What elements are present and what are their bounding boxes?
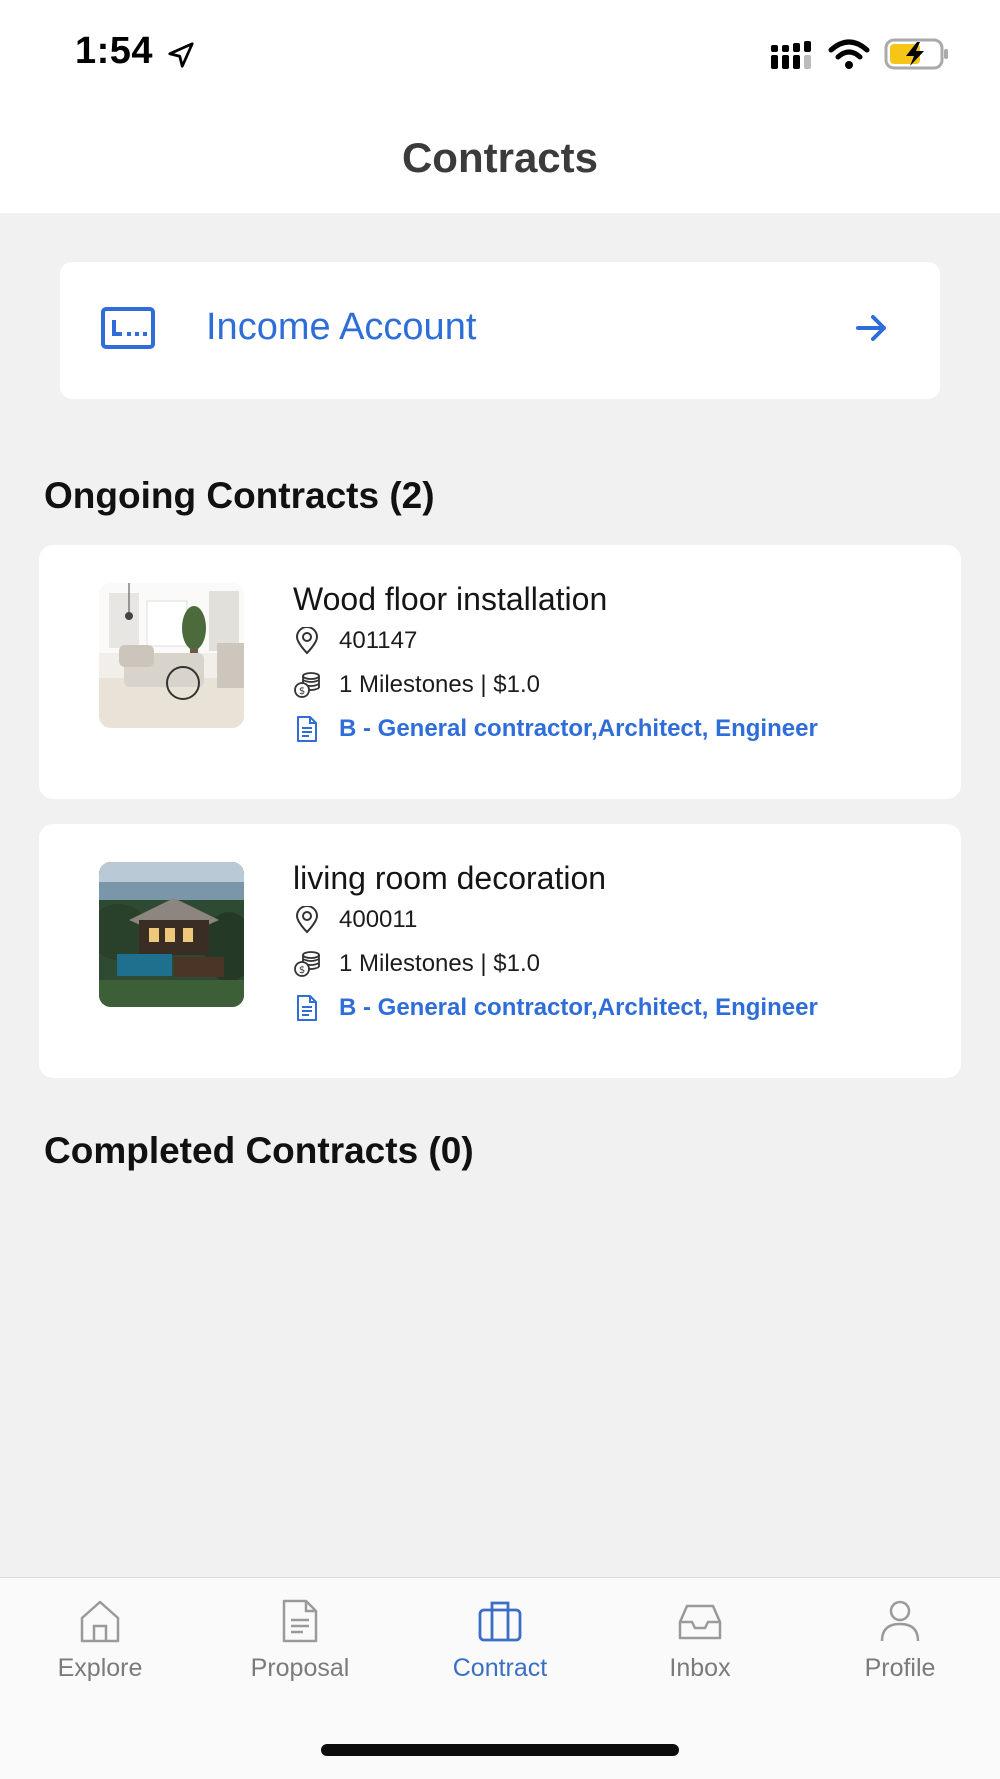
- location-pin-icon: [295, 627, 319, 655]
- status-time: 1:54: [75, 30, 154, 72]
- page-title: Contracts: [401, 134, 599, 181]
- card-icon: [101, 307, 155, 349]
- header-area: 1:54 Contracts: [0, 0, 1000, 213]
- location-arrow-icon: [168, 42, 194, 68]
- document-icon: [282, 1599, 318, 1643]
- tab-profile[interactable]: Profile: [800, 1598, 1000, 1683]
- briefcase-icon: [478, 1601, 522, 1642]
- svg-text:$: $: [299, 686, 305, 697]
- contract-category-row: B - General contractor,Architect, Engine…: [293, 990, 818, 1026]
- contract-title: living room decoration: [293, 860, 607, 896]
- battery-charging-icon: [884, 38, 948, 70]
- person-icon: [880, 1600, 920, 1642]
- tab-label: Explore: [57, 1654, 143, 1682]
- contract-card[interactable]: Wood floor installation 401147 $ 1 Miles…: [39, 545, 961, 799]
- tab-label: Profile: [864, 1654, 936, 1682]
- ongoing-contracts-title: Ongoing Contracts (2): [44, 475, 435, 516]
- tab-contract[interactable]: Contract: [400, 1598, 600, 1683]
- contract-zip-row: 400011: [293, 902, 417, 938]
- contract-milestones: 1 Milestones | $1.0: [339, 950, 541, 977]
- contract-category-row: B - General contractor,Architect, Engine…: [293, 711, 818, 747]
- tab-label: Contract: [452, 1654, 548, 1682]
- completed-contracts-title: Completed Contracts (0): [44, 1130, 474, 1171]
- cellular-signal-icon: [771, 41, 811, 69]
- contract-thumbnail-villa: [99, 862, 244, 1007]
- income-account-label: Income Account: [206, 306, 477, 348]
- contract-title: Wood floor installation: [293, 581, 608, 617]
- home-icon: [80, 1600, 120, 1643]
- home-indicator: [321, 1744, 679, 1756]
- tab-label: Proposal: [250, 1654, 350, 1682]
- tab-proposal[interactable]: Proposal: [200, 1598, 400, 1683]
- tab-inbox[interactable]: Inbox: [600, 1598, 800, 1683]
- contract-zip-row: 401147: [293, 623, 417, 659]
- tab-label: Inbox: [669, 1654, 731, 1682]
- location-pin-icon: [295, 906, 319, 934]
- contract-category: B - General contractor,Architect, Engine…: [339, 994, 818, 1021]
- coins-icon: $: [294, 951, 320, 977]
- tab-explore[interactable]: Explore: [0, 1598, 200, 1683]
- contract-zip: 400011: [339, 906, 418, 933]
- contract-milestones-row: $ 1 Milestones | $1.0: [293, 946, 540, 982]
- contract-milestones-row: $ 1 Milestones | $1.0: [293, 667, 540, 703]
- contract-milestones: 1 Milestones | $1.0: [339, 671, 541, 698]
- arrow-right-icon: [856, 315, 886, 341]
- contract-card[interactable]: living room decoration 400011 $ 1 Milest…: [39, 824, 961, 1078]
- wifi-icon: [828, 39, 870, 69]
- contract-thumbnail-living-room: [99, 583, 244, 728]
- inbox-icon: [678, 1604, 722, 1640]
- income-account-button[interactable]: Income Account: [60, 262, 940, 399]
- contract-category: B - General contractor,Architect, Engine…: [339, 715, 818, 742]
- coins-icon: $: [294, 672, 320, 698]
- contract-zip: 401147: [339, 627, 418, 654]
- document-icon: [297, 995, 317, 1021]
- svg-text:$: $: [299, 965, 305, 976]
- document-icon: [297, 716, 317, 742]
